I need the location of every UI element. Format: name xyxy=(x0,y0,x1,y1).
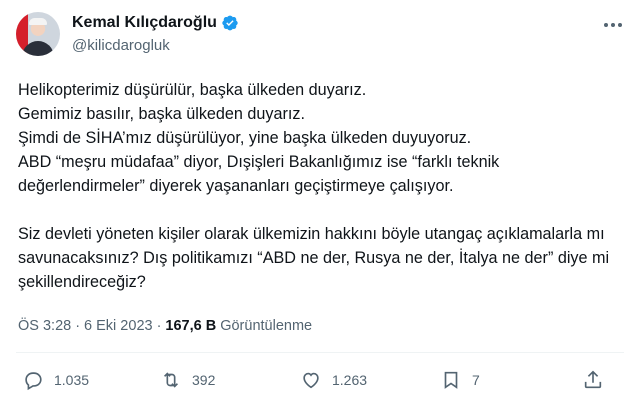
reply-button[interactable]: 1.035 xyxy=(22,366,89,394)
meta-separator: · xyxy=(156,318,162,334)
views-label: Görüntülenme xyxy=(220,318,313,334)
author-name-row: Kemal Kılıçdaroğlu xyxy=(72,14,239,32)
divider xyxy=(16,352,624,353)
meta-separator: · xyxy=(75,318,81,334)
retweet-icon xyxy=(163,372,179,388)
like-count: 1.263 xyxy=(332,372,368,388)
author-display-name[interactable]: Kemal Kılıçdaroğlu xyxy=(72,14,217,32)
tweet-time[interactable]: ÖS 3:28 xyxy=(18,318,71,334)
verified-badge-icon[interactable] xyxy=(221,14,239,32)
like-button[interactable]: 1.263 xyxy=(300,366,367,394)
more-options-icon[interactable] xyxy=(602,18,624,32)
bookmark-icon xyxy=(444,371,458,389)
retweet-button[interactable]: 392 xyxy=(160,366,215,394)
tweet-date[interactable]: 6 Eki 2023 xyxy=(84,318,153,334)
action-bar: 1.035 392 1.263 7 xyxy=(0,366,640,394)
bookmark-button[interactable]: 7 xyxy=(440,366,480,394)
reply-icon xyxy=(25,372,42,391)
tweet-text: Helikopterimiz düşürülür, başka ülkeden … xyxy=(18,81,610,291)
author-handle[interactable]: @kilicdarogluk xyxy=(72,37,170,54)
heart-icon xyxy=(303,372,319,389)
tweet-meta: ÖS 3:28 · 6 Eki 2023 · 167,6 B Görüntüle… xyxy=(18,318,312,334)
views-count[interactable]: 167,6 B xyxy=(165,318,216,334)
tweet-header: Kemal Kılıçdaroğlu @kilicdarogluk xyxy=(16,12,628,64)
avatar[interactable] xyxy=(16,12,60,56)
reply-count: 1.035 xyxy=(54,372,90,388)
bookmark-count: 7 xyxy=(472,372,480,388)
retweet-count: 392 xyxy=(192,372,216,388)
share-icon xyxy=(584,370,602,389)
share-button[interactable] xyxy=(582,366,604,394)
